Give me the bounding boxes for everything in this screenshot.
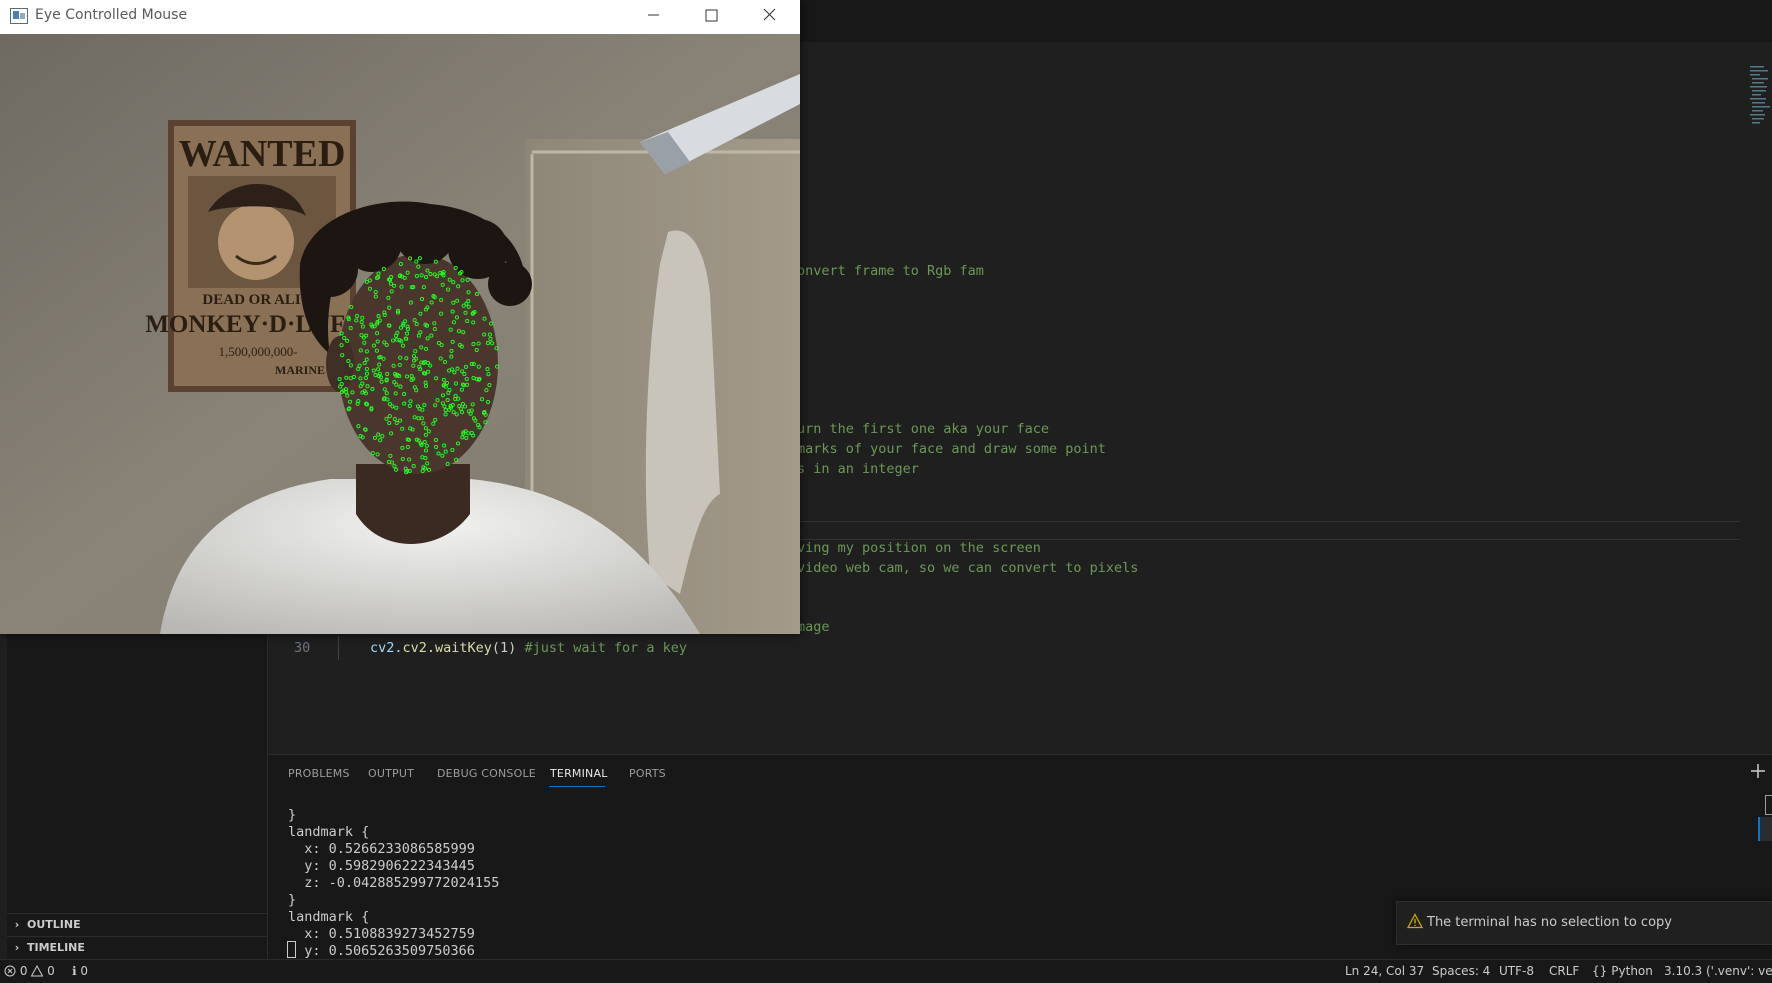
broadcast-icon: ℹ bbox=[72, 964, 77, 978]
editor-tab-strip bbox=[800, 6, 1772, 43]
tab-terminal[interactable]: TERMINAL bbox=[550, 767, 608, 780]
code-token-module: cv2. bbox=[370, 640, 403, 656]
app-window-icon bbox=[10, 8, 28, 28]
code-comment: ving my position on the screen bbox=[797, 540, 1041, 556]
status-bar: 0 0 ℹ 0 Ln 24, Col 37 Spaces: 4 UTF-8 CR… bbox=[0, 959, 1772, 983]
poster-bounty: 1,500,000,000- bbox=[218, 344, 297, 359]
problems-indicator[interactable]: 0 0 bbox=[4, 964, 55, 978]
active-tab-indicator bbox=[549, 786, 605, 787]
window-title-bar[interactable]: Eye Controlled Mouse bbox=[0, 0, 800, 34]
warning-count: 0 bbox=[47, 964, 55, 978]
window-title: Eye Controlled Mouse bbox=[35, 7, 188, 23]
maximize-icon bbox=[705, 9, 718, 22]
indent-guide bbox=[338, 636, 339, 660]
error-count: 0 bbox=[19, 964, 28, 978]
notification-toast[interactable]: The terminal has no selection to copy bbox=[1396, 901, 1772, 945]
code-comment: mage bbox=[797, 619, 830, 635]
error-icon bbox=[4, 965, 16, 977]
terminal-line: z: -0.042885299772024155 bbox=[288, 875, 500, 891]
encoding-setting[interactable]: UTF-8 bbox=[1499, 964, 1534, 978]
timeline-section-label: TIMELINE bbox=[27, 941, 85, 954]
language-label: Python bbox=[1611, 964, 1653, 978]
poster-footer: MARINE bbox=[275, 363, 325, 377]
current-line-border-top bbox=[800, 521, 1740, 522]
braces-icon: {} bbox=[1592, 964, 1608, 978]
python-interpreter[interactable]: 3.10.3 ('.venv': venv bbox=[1664, 964, 1772, 978]
terminal-list-icon[interactable] bbox=[1765, 795, 1772, 815]
terminal-line: landmark { bbox=[288, 909, 370, 925]
minimize-button[interactable] bbox=[624, 0, 682, 34]
ports-indicator[interactable]: ℹ 0 bbox=[72, 964, 88, 978]
tab-debug-console[interactable]: DEBUG CONSOLE bbox=[437, 767, 536, 780]
webcam-feed: WANTED DEAD OR ALIVE MONKEY·D·LUFFY 1,50… bbox=[0, 34, 800, 634]
code-comment: urn the first one aka your face bbox=[797, 421, 1049, 437]
terminal-cursor bbox=[287, 941, 296, 958]
terminal-line: } bbox=[288, 892, 297, 908]
code-comment: s in an integer bbox=[797, 461, 919, 477]
indentation-setting[interactable]: Spaces: 4 bbox=[1432, 964, 1490, 978]
minimize-icon bbox=[648, 14, 659, 16]
plus-icon[interactable] bbox=[1748, 761, 1768, 781]
terminal-line: landmark { bbox=[288, 824, 370, 840]
code-comment: video web cam, so we can convert to pixe… bbox=[797, 560, 1139, 576]
terminal-instance-item[interactable] bbox=[1758, 817, 1772, 841]
tab-ports[interactable]: PORTS bbox=[629, 767, 666, 780]
ports-count: 0 bbox=[80, 964, 89, 978]
warning-icon bbox=[1406, 913, 1424, 933]
code-comment: marks of your face and draw some point bbox=[797, 441, 1106, 457]
code-token-comment: #just wait for a key bbox=[516, 640, 687, 656]
terminal-line: x: 0.5108839273452759 bbox=[288, 926, 475, 942]
code-comment: onvert frame to Rgb fam bbox=[797, 263, 984, 279]
tab-output[interactable]: OUTPUT bbox=[368, 767, 414, 780]
code-token-args: (1) bbox=[491, 640, 517, 656]
outline-section-header[interactable]: › OUTLINE bbox=[7, 913, 267, 936]
language-mode[interactable]: {} Python bbox=[1592, 964, 1653, 978]
terminal-line: y: 0.5982906222343445 bbox=[288, 858, 475, 874]
tab-problems[interactable]: PROBLEMS bbox=[288, 767, 350, 780]
poster-heading: WANTED bbox=[179, 133, 346, 175]
terminal-line: x: 0.5266233086585999 bbox=[288, 841, 475, 857]
terminal-line: } bbox=[288, 807, 297, 823]
notification-message: The terminal has no selection to copy bbox=[1427, 915, 1672, 930]
line-number: 30 bbox=[294, 640, 311, 656]
outline-section-label: OUTLINE bbox=[27, 918, 81, 931]
cursor-position[interactable]: Ln 24, Col 37 bbox=[1345, 964, 1424, 978]
chevron-right-icon: › bbox=[14, 941, 20, 954]
close-button[interactable] bbox=[740, 0, 798, 34]
eye-controlled-mouse-window[interactable]: Eye Controlled Mouse WANTED DEAD OR ALIV… bbox=[0, 0, 800, 634]
terminal-line: y: 0.5065263509750366 bbox=[288, 943, 475, 959]
maximize-button[interactable] bbox=[682, 0, 740, 34]
timeline-section-header[interactable]: › TIMELINE bbox=[7, 936, 267, 959]
close-icon bbox=[763, 8, 776, 21]
eol-setting[interactable]: CRLF bbox=[1549, 964, 1579, 978]
warning-icon bbox=[30, 964, 44, 977]
code-line-30[interactable]: cv2.cv2.waitKey(1) #just wait for a key bbox=[370, 640, 687, 656]
code-token-function: cv2.waitKey bbox=[402, 640, 492, 656]
chevron-right-icon: › bbox=[14, 918, 20, 931]
explorer-sidebar: › OUTLINE › TIMELINE bbox=[7, 634, 268, 959]
minimap[interactable] bbox=[1748, 64, 1770, 126]
